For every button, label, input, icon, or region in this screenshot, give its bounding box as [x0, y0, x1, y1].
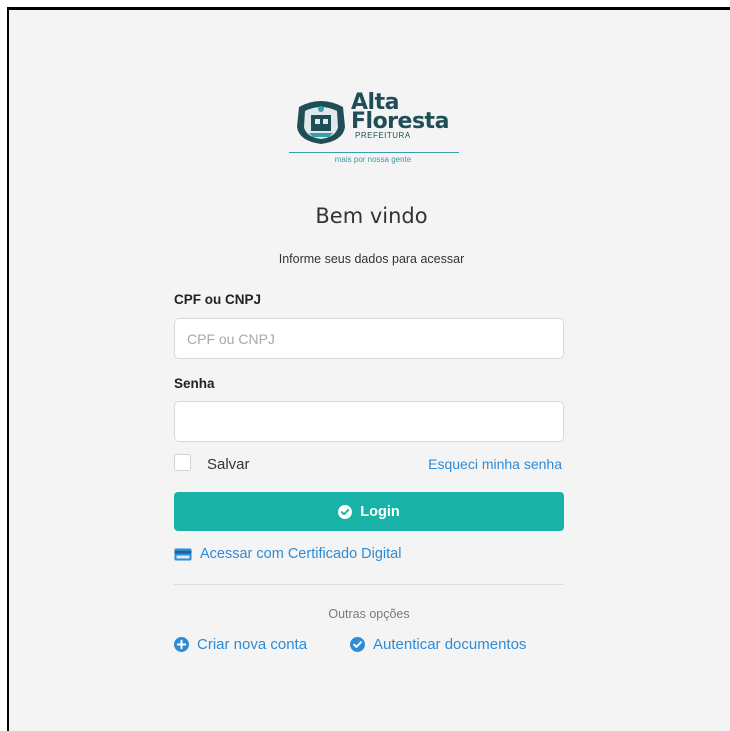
logo-tagline: mais por nossa gente	[334, 155, 412, 164]
authenticate-documents-label: Autenticar documentos	[373, 636, 527, 653]
password-input[interactable]	[174, 401, 564, 442]
page-subtitle: Informe seus dados para acessar	[278, 252, 465, 266]
check-circle-icon	[350, 637, 365, 652]
login-button-label: Login	[360, 503, 400, 520]
certificate-link-label: Acessar com Certificado Digital	[200, 546, 402, 562]
login-button[interactable]: Login	[174, 492, 564, 531]
city-emblem-icon	[297, 101, 345, 144]
check-circle-icon	[338, 504, 353, 519]
divider	[174, 584, 564, 585]
authenticate-documents-link[interactable]: Autenticar documentos	[350, 636, 526, 653]
certificate-login-link[interactable]: Acessar com Certificado Digital	[174, 546, 401, 562]
remember-label[interactable]: Salvar	[207, 456, 250, 473]
logo-name-line2: Floresta	[351, 109, 449, 134]
create-account-label: Criar nova conta	[197, 636, 308, 653]
alta-floresta-logo: Alta Floresta PREFEITURA mais por nossa …	[285, 91, 461, 169]
credit-card-icon	[174, 548, 192, 561]
logo-subtitle: PREFEITURA	[355, 131, 411, 140]
remember-checkbox[interactable]	[174, 454, 191, 471]
login-panel: Alta Floresta PREFEITURA mais por nossa …	[7, 7, 730, 731]
other-options-label: Outras opções	[328, 607, 410, 621]
forgot-password-link[interactable]: Esqueci minha senha	[428, 456, 562, 472]
page-title: Bem vindo	[315, 204, 428, 228]
create-account-link[interactable]: Criar nova conta	[174, 636, 307, 653]
cpf-label: CPF ou CNPJ	[174, 292, 262, 307]
logo-divider	[289, 152, 459, 153]
logo-name: Alta Floresta	[351, 92, 449, 134]
plus-circle-icon	[174, 637, 189, 652]
password-label: Senha	[174, 376, 215, 391]
cpf-input[interactable]	[174, 318, 564, 359]
